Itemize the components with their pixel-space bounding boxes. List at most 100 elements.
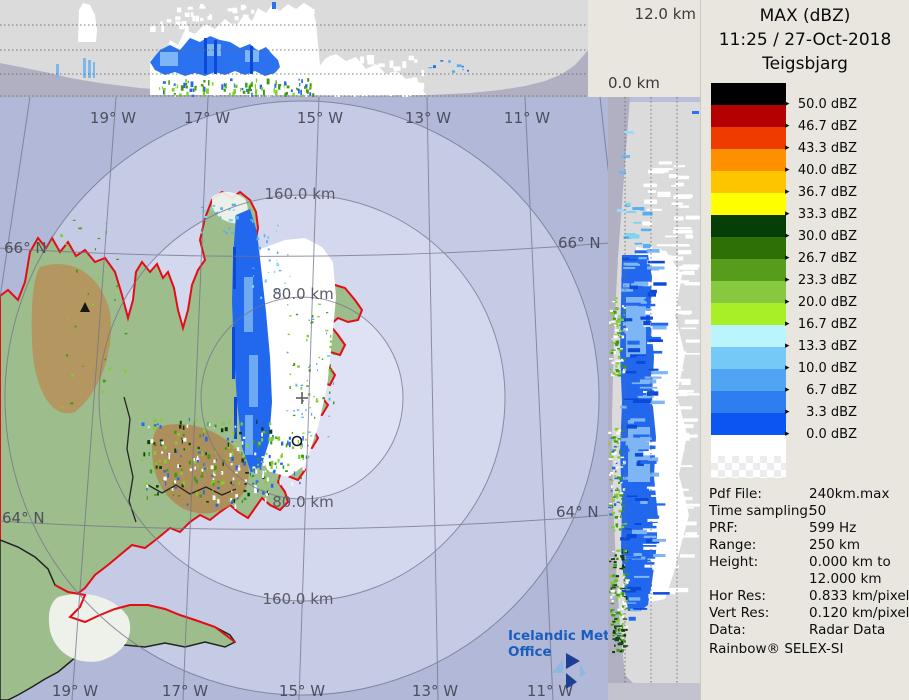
legend-transparent-band	[711, 456, 786, 478]
legend-color-bar	[711, 83, 786, 435]
legend-tick-arrow: ▸	[785, 341, 790, 351]
legend-band	[711, 369, 786, 391]
range-ring-label: 80.0 km	[272, 285, 334, 303]
legend-tick-arrow: ▸	[785, 385, 790, 395]
lon-label-top: 15° W	[296, 109, 344, 127]
metadata-value: Radar Data	[809, 622, 886, 638]
metadata-value: 0.000 km to	[809, 554, 891, 570]
legend-tick-arrow: ▸	[785, 187, 790, 197]
legend-label: 30.0 dBZ	[797, 229, 857, 244]
legend-tick-arrow: ▸	[785, 363, 790, 373]
lon-label-top: 17° W	[183, 109, 231, 127]
height-axis-corner: 12.0 km 0.0 km	[588, 0, 700, 97]
lat-label-left: 64° N	[2, 509, 45, 527]
metadata-value: 240km.max	[809, 486, 890, 502]
legend-band	[711, 325, 786, 347]
info-sidebar: MAX (dBZ) 11:25 / 27-Oct-2018 Teigsbjarg…	[700, 0, 909, 700]
metadata-label: Pdf File:	[709, 486, 762, 502]
range-ring-label: 80.0 km	[272, 493, 334, 511]
legend-below-zero-band	[711, 435, 786, 456]
legend-tick-arrow: ▸	[785, 407, 790, 417]
legend-tick-arrow: ▸	[785, 275, 790, 285]
metadata-label: PRF:	[709, 520, 738, 536]
legend-label: 46.7 dBZ	[797, 119, 857, 134]
legend-label: 6.7 dBZ	[806, 383, 857, 398]
lon-label-bottom: 13° W	[411, 682, 459, 700]
legend-tick-arrow: ▸	[785, 231, 790, 241]
legend-label: 26.7 dBZ	[797, 251, 857, 266]
legend-tick-arrow: ▸	[785, 319, 790, 329]
legend-label: 0.0 dBZ	[806, 427, 857, 442]
metadata-value: 0.120 km/pixel	[809, 605, 909, 621]
legend-band	[711, 391, 786, 413]
legend-label: 3.3 dBZ	[806, 405, 857, 420]
metadata-value: 50	[809, 503, 827, 519]
legend-band	[711, 215, 786, 237]
legend-label: 36.7 dBZ	[797, 185, 857, 200]
legend-tick-arrow: ▸	[785, 297, 790, 307]
metadata-label: Data:	[709, 622, 746, 638]
legend-band	[711, 237, 786, 259]
lon-label-bottom: 19° W	[51, 682, 99, 700]
legend-band	[711, 413, 786, 435]
legend-tick-arrow: ▸	[785, 121, 790, 131]
legend-tick-arrow: ▸	[785, 165, 790, 175]
metadata-value: 599 Hz	[809, 520, 857, 536]
legend-band	[711, 105, 786, 127]
legend-tick-arrow: ▸	[785, 99, 790, 109]
height-axis-max-label: 12.0 km	[634, 5, 696, 23]
software-label: Rainbow® SELEX-SI	[709, 641, 844, 657]
lat-label-left: 66° N	[4, 239, 47, 257]
legend-label: 10.0 dBZ	[797, 361, 857, 376]
legend-band	[711, 259, 786, 281]
product-title: MAX (dBZ)	[759, 6, 851, 26]
metadata-label: Height:	[709, 554, 759, 570]
station-name: Teigsbjarg	[762, 54, 848, 74]
range-ring-label: 160.0 km	[262, 590, 334, 608]
legend-band	[711, 347, 786, 369]
metadata-label: Vert Res:	[709, 605, 770, 621]
lon-label-top: 13° W	[404, 109, 452, 127]
metadata-label: Range:	[709, 537, 757, 553]
lat-label-right: 66° N	[558, 234, 601, 252]
top-cross-section-graphic	[0, 0, 588, 97]
lat-label-right: 64° N	[556, 503, 599, 521]
legend-band	[711, 171, 786, 193]
legend-tick-arrow: ▸	[785, 209, 790, 219]
metadata-value: 250 km	[809, 537, 861, 553]
legend-label: 23.3 dBZ	[797, 273, 857, 288]
legend-band	[711, 83, 786, 105]
height-axis-min-label: 0.0 km	[608, 74, 660, 92]
met-office-logo-text: Icelandic Met	[508, 628, 608, 644]
legend-label: 40.0 dBZ	[797, 163, 857, 178]
legend-label: 16.7 dBZ	[797, 317, 857, 332]
metadata-label: Hor Res:	[709, 588, 766, 604]
legend-label: 13.3 dBZ	[797, 339, 857, 354]
range-ring-label: 160.0 km	[264, 185, 336, 203]
legend-band	[711, 127, 786, 149]
lon-label-top: 11° W	[503, 109, 551, 127]
legend-label: 43.3 dBZ	[797, 141, 857, 156]
legend-tick-arrow: ▸	[785, 429, 790, 439]
legend-tick-arrow: ▸	[785, 143, 790, 153]
legend-band	[711, 281, 786, 303]
map-panel: 19° W 17° W 15° W 13° W 11° W 19° W 17° …	[0, 97, 608, 700]
legend-band	[711, 303, 786, 325]
legend-band	[711, 149, 786, 171]
metadata-label: Time sampling:	[709, 503, 813, 519]
bottom-margin-strip	[608, 683, 700, 700]
metadata-value: 12.000 km	[809, 571, 882, 587]
met-office-logo-icon	[552, 653, 586, 689]
legend-label: 33.3 dBZ	[797, 207, 857, 222]
timestamp: 11:25 / 27-Oct-2018	[718, 30, 892, 50]
legend-label: 50.0 dBZ	[797, 97, 857, 112]
metadata-value: 0.833 km/pixel	[809, 588, 909, 604]
lon-label-top: 19° W	[89, 109, 137, 127]
lon-label-bottom: 15° W	[278, 682, 326, 700]
legend-band	[711, 193, 786, 215]
side-cross-section-panel	[608, 97, 700, 700]
legend-label: 20.0 dBZ	[797, 295, 857, 310]
top-cross-section-panel	[0, 0, 588, 97]
side-cross-section-graphic	[608, 97, 700, 700]
legend-tick-arrow: ▸	[785, 253, 790, 263]
